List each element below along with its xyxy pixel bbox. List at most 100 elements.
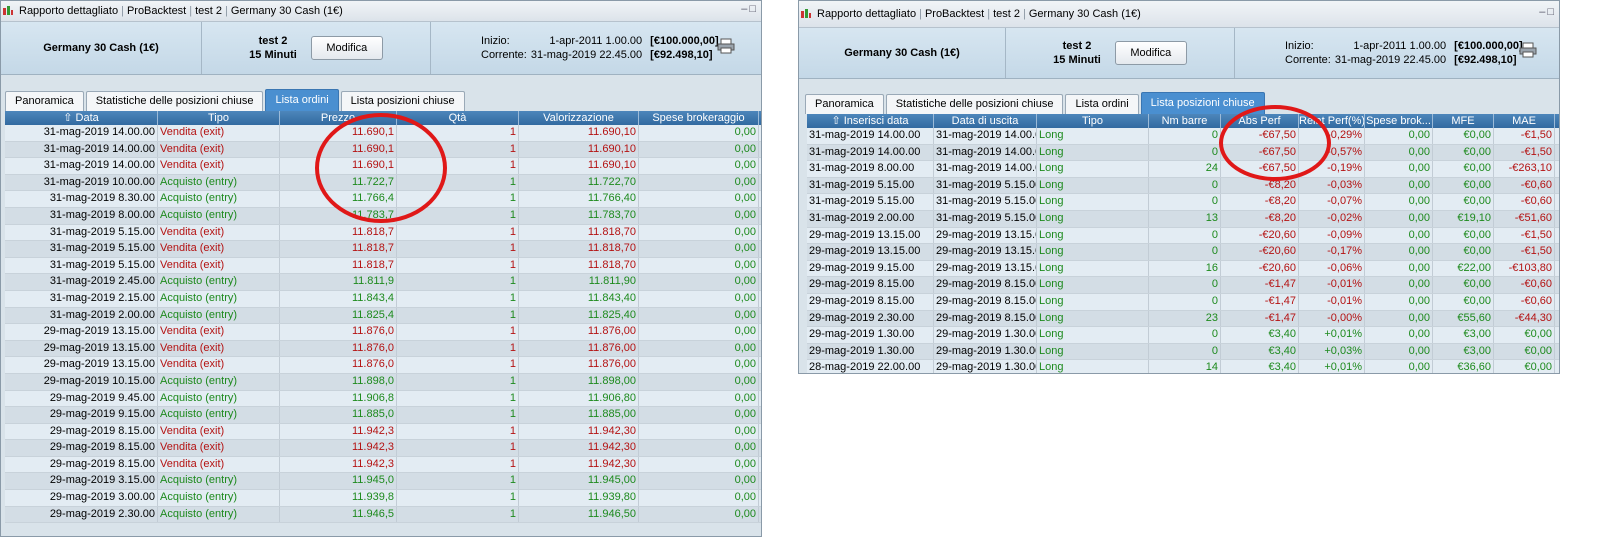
- tab-closed-positions[interactable]: Lista posizioni chiuse: [1140, 92, 1265, 114]
- strategy-box: test 2 15 Minuti Modifica: [202, 22, 431, 74]
- table-row[interactable]: 29-mag-2019 13.15.00 29-mag-2019 13.15.00…: [807, 227, 1559, 245]
- maximize-icon[interactable]: □: [749, 3, 758, 15]
- table-cell: Long: [1037, 244, 1149, 260]
- breadcrumb-report[interactable]: Rapporto dettagliato: [814, 8, 919, 20]
- breadcrumb-strategy[interactable]: test 2: [990, 8, 1023, 20]
- table-cell: -0,17%: [1299, 244, 1365, 260]
- table-row[interactable]: 29-mag-2019 10.15.00 Acquisto (entry) 11.8…: [5, 373, 761, 391]
- printer-icon[interactable]: [717, 38, 735, 54]
- table-cell: Acquisto (entry): [158, 274, 280, 290]
- table-row[interactable]: 31-mag-2019 14.00.00 Vendita (exit) 11.690…: [5, 125, 761, 142]
- start-label: Inizio:: [1285, 40, 1314, 52]
- breadcrumb-report[interactable]: Rapporto dettagliato: [16, 5, 121, 17]
- breadcrumb-instrument[interactable]: Germany 30 Cash (1€): [1026, 8, 1144, 20]
- strategy-name: test 2: [1062, 40, 1092, 52]
- order-list-table: ⇧ Data Tipo Prezzo Qtà Valorizzazione Spese b…: [5, 111, 761, 524]
- tab-order-list[interactable]: Lista ordini: [1065, 94, 1139, 114]
- tab-panoramica[interactable]: Panoramica: [805, 94, 884, 114]
- tab-closed-positions[interactable]: Lista posizioni chiuse: [340, 91, 465, 111]
- maximize-icon[interactable]: □: [1547, 6, 1556, 18]
- table-cell: 0,00: [639, 373, 759, 390]
- table-row[interactable]: 31-mag-2019 8.00.00 31-mag-2019 14.00.00 L…: [807, 161, 1559, 178]
- column-header[interactable]: Abs Perf: [1221, 114, 1299, 128]
- table-cell: 11.885,0: [280, 407, 397, 423]
- window-controls[interactable]: –□: [1539, 6, 1556, 18]
- table-row[interactable]: 31-mag-2019 5.15.00 Vendita (exit) 11.818,…: [5, 241, 761, 258]
- tab-panoramica[interactable]: Panoramica: [5, 91, 84, 111]
- table-row[interactable]: 29-mag-2019 9.45.00 Acquisto (entry) 11.90…: [5, 390, 761, 408]
- table-cell: 0,00: [639, 274, 759, 290]
- breadcrumb-instrument[interactable]: Germany 30 Cash (1€): [228, 5, 346, 17]
- breadcrumb-strategy[interactable]: test 2: [192, 5, 225, 17]
- table-row[interactable]: 29-mag-2019 13.15.00 Vendita (exit) 11.876…: [5, 357, 761, 374]
- column-header[interactable]: Relat Perf(%): [1299, 114, 1365, 128]
- column-header[interactable]: Data di uscita: [934, 114, 1037, 128]
- table-row[interactable]: 29-mag-2019 13.15.00 29-mag-2019 13.15.00…: [807, 244, 1559, 261]
- table-row[interactable]: 29-mag-2019 8.15.00 Vendita (exit) 11.942,…: [5, 423, 761, 441]
- table-row[interactable]: 31-mag-2019 14.00.00 Vendita (exit) 11.690…: [5, 141, 761, 159]
- breadcrumb-probacktest[interactable]: ProBacktest: [922, 8, 987, 20]
- column-header[interactable]: Qtà: [397, 111, 519, 125]
- modify-button[interactable]: Modifica: [1114, 41, 1187, 65]
- table-row[interactable]: 29-mag-2019 8.15.00 29-mag-2019 8.15.00 Lo…: [807, 293, 1559, 311]
- breadcrumb-probacktest[interactable]: ProBacktest: [124, 5, 189, 17]
- table-row[interactable]: 31-mag-2019 5.15.00 31-mag-2019 5.15.00 Lo…: [807, 194, 1559, 211]
- column-header[interactable]: Prezzo: [280, 111, 397, 125]
- column-header[interactable]: Tipo: [158, 111, 280, 125]
- column-header[interactable]: MFE: [1433, 114, 1494, 128]
- table-row[interactable]: 31-mag-2019 5.15.00 Vendita (exit) 11.818,…: [5, 224, 761, 242]
- table-row[interactable]: 29-mag-2019 1.30.00 29-mag-2019 1.30.00 Lo…: [807, 327, 1559, 344]
- table-row[interactable]: 29-mag-2019 2.30.00 29-mag-2019 8.15.00 Lo…: [807, 310, 1559, 328]
- table-row[interactable]: 29-mag-2019 3.15.00 Acquisto (entry) 11.94…: [5, 473, 761, 491]
- column-header[interactable]: Spese brok...: [1365, 114, 1433, 128]
- column-header[interactable]: Tipo: [1037, 114, 1149, 128]
- column-header[interactable]: Nm barre: [1149, 114, 1221, 128]
- table-row[interactable]: 29-mag-2019 3.00.00 Acquisto (entry) 11.93…: [5, 490, 761, 507]
- table-row[interactable]: 31-mag-2019 14.00.00 31-mag-2019 14.00.00…: [807, 128, 1559, 145]
- window-controls[interactable]: –□: [741, 3, 758, 15]
- column-header[interactable]: Valorizzazione: [519, 111, 639, 125]
- table-cell: 14: [1149, 360, 1221, 373]
- table-row[interactable]: 31-mag-2019 2.45.00 Acquisto (entry) 11.81…: [5, 274, 761, 291]
- table-row[interactable]: 29-mag-2019 9.15.00 29-mag-2019 13.15.00 L…: [807, 260, 1559, 278]
- table-cell: -€1,50: [1494, 128, 1555, 144]
- table-row[interactable]: 31-mag-2019 5.15.00 31-mag-2019 5.15.00 Lo…: [807, 177, 1559, 195]
- table-row[interactable]: 29-mag-2019 13.15.00 Vendita (exit) 11.876…: [5, 340, 761, 358]
- table-row[interactable]: 29-mag-2019 8.15.00 Vendita (exit) 11.942,…: [5, 440, 761, 457]
- tab-closed-stats[interactable]: Statistiche delle posizioni chiuse: [885, 94, 1064, 114]
- tab-order-list[interactable]: Lista ordini: [265, 89, 339, 111]
- tab-closed-stats[interactable]: Statistiche delle posizioni chiuse: [85, 91, 264, 111]
- table-cell: 1: [397, 307, 519, 324]
- table-row[interactable]: 31-mag-2019 2.00.00 31-mag-2019 5.15.00 Lo…: [807, 210, 1559, 228]
- table-row[interactable]: 31-mag-2019 10.00.00 Acquisto (entry) 11.7…: [5, 174, 761, 192]
- printer-icon[interactable]: [1519, 42, 1537, 58]
- table-cell: 11.876,0: [280, 357, 397, 373]
- table-row[interactable]: 29-mag-2019 1.30.00 29-mag-2019 1.30.00 Lo…: [807, 343, 1559, 361]
- table-row[interactable]: 29-mag-2019 8.15.00 Vendita (exit) 11.942,…: [5, 456, 761, 474]
- current-date: 31-mag-2019 22.45.00: [1334, 54, 1447, 66]
- table-cell: 1: [397, 125, 519, 141]
- column-header[interactable]: Spese brokeraggio: [639, 111, 759, 125]
- column-header[interactable]: MAE: [1494, 114, 1555, 128]
- table-cell: -0,01%: [1299, 293, 1365, 310]
- table-cell: 31-mag-2019 8.30.00: [5, 191, 158, 207]
- table-row[interactable]: 31-mag-2019 14.00.00 31-mag-2019 14.00.00…: [807, 144, 1559, 162]
- table-row[interactable]: 31-mag-2019 2.15.00 Acquisto (entry) 11.84…: [5, 290, 761, 308]
- column-header[interactable]: ⇧ Inserisci data: [807, 114, 934, 128]
- table-cell: 0: [1149, 244, 1221, 260]
- column-header[interactable]: ⇧ Data: [5, 111, 158, 125]
- table-cell: 0,00: [639, 473, 759, 490]
- table-row[interactable]: 31-mag-2019 5.15.00 Vendita (exit) 11.818,…: [5, 257, 761, 275]
- table-cell: 29-mag-2019 2.30.00: [807, 310, 934, 327]
- table-row[interactable]: 28-mag-2019 22.00.00 29-mag-2019 1.30.00 L…: [807, 360, 1559, 373]
- table-row[interactable]: 29-mag-2019 2.30.00 Acquisto (entry) 11.94…: [5, 506, 761, 524]
- table-row[interactable]: 31-mag-2019 14.00.00 Vendita (exit) 11.690…: [5, 158, 761, 175]
- table-row[interactable]: 29-mag-2019 9.15.00 Acquisto (entry) 11.88…: [5, 407, 761, 424]
- table-row[interactable]: 31-mag-2019 8.00.00 Acquisto (entry) 11.78…: [5, 207, 761, 225]
- table-row[interactable]: 31-mag-2019 2.00.00 Acquisto (entry) 11.82…: [5, 307, 761, 325]
- table-row[interactable]: 31-mag-2019 8.30.00 Acquisto (entry) 11.76…: [5, 191, 761, 208]
- table-row[interactable]: 29-mag-2019 8.15.00 29-mag-2019 8.15.00 Lo…: [807, 277, 1559, 294]
- table-cell: 11.876,0: [280, 324, 397, 340]
- modify-button[interactable]: Modifica: [310, 36, 383, 60]
- table-row[interactable]: 29-mag-2019 13.15.00 Vendita (exit) 11.876…: [5, 324, 761, 341]
